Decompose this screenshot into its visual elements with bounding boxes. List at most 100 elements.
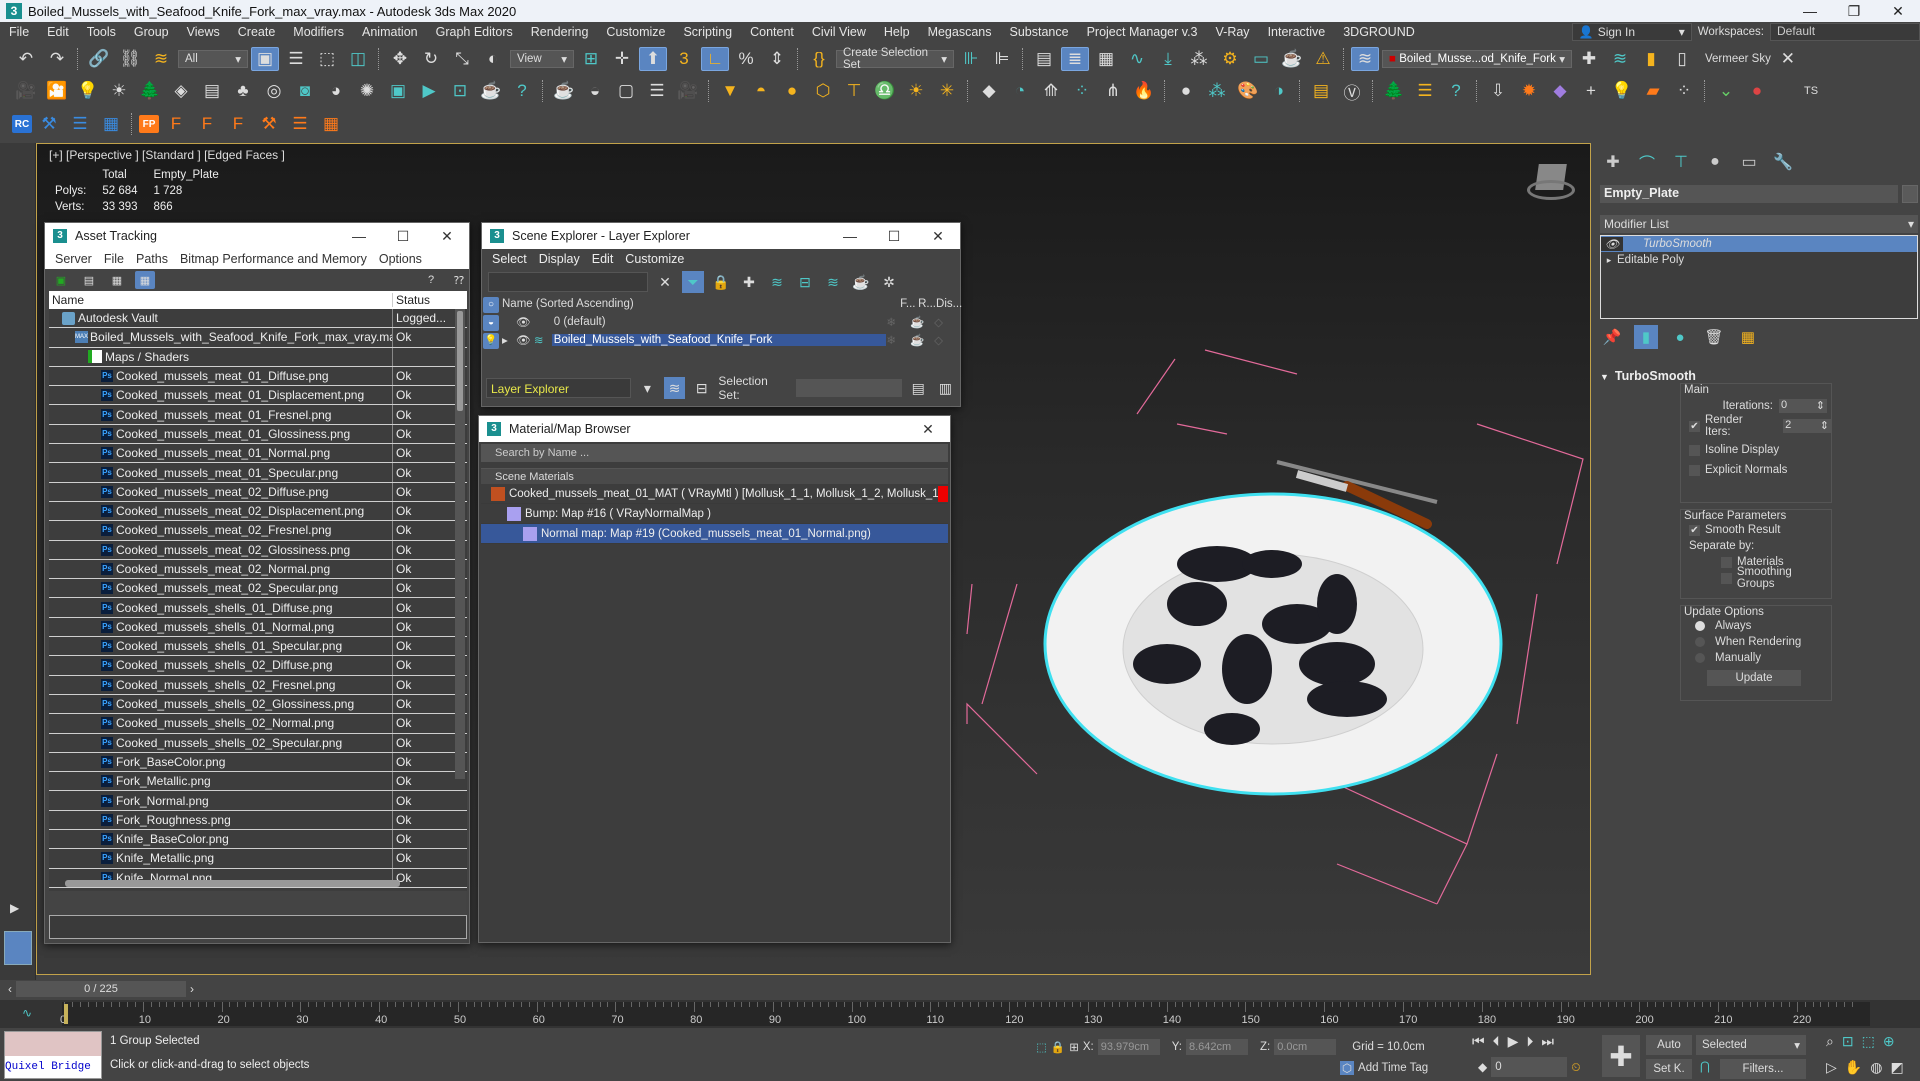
close-environment-icon[interactable]: ✕ bbox=[1774, 47, 1802, 71]
window-crossing-icon[interactable]: ◫ bbox=[344, 47, 372, 71]
select-by-name-icon[interactable]: ☰ bbox=[282, 47, 310, 71]
menu-v-ray[interactable]: V-Ray bbox=[1207, 25, 1259, 39]
help-icon[interactable]: ? bbox=[508, 79, 536, 103]
vray-cam-icon[interactable]: 🎥 bbox=[674, 79, 702, 103]
column-status[interactable]: Status bbox=[393, 293, 430, 307]
when-rendering-radio[interactable] bbox=[1695, 637, 1705, 647]
clear-search-icon[interactable]: ✕ bbox=[654, 271, 676, 293]
green-chevron-icon[interactable]: ⌄ bbox=[1712, 79, 1740, 103]
toggle-layer-explorer-icon[interactable]: ≣ bbox=[1061, 47, 1089, 71]
toggle-ribbon-icon[interactable]: ▦ bbox=[1092, 47, 1120, 71]
scene-layer-dropdown[interactable]: ■ Boiled_Musse...od_Knife_Fork ▾ bbox=[1382, 50, 1572, 68]
workspace-select[interactable]: Default bbox=[1770, 23, 1920, 41]
time-tag-icon[interactable]: ⬡ bbox=[1340, 1061, 1355, 1075]
render-setup-icon[interactable]: ⚙ bbox=[1216, 47, 1244, 71]
rect-selection-region-icon[interactable]: ⬚ bbox=[313, 47, 341, 71]
vray-teapot-icon[interactable]: ☕ bbox=[550, 79, 578, 103]
column-name[interactable]: Name bbox=[49, 293, 393, 307]
menu-group[interactable]: Group bbox=[125, 25, 178, 39]
vray-decal-icon[interactable]: ⟰ bbox=[1037, 79, 1065, 103]
asset-row[interactable]: Ps Cooked_mussels_shells_02_Normal.png Ok bbox=[49, 714, 467, 734]
make-unique-icon[interactable]: ● bbox=[1668, 325, 1692, 349]
expand-arrow-icon[interactable]: ▶ bbox=[10, 901, 19, 915]
current-frame-spinner[interactable]: 0 bbox=[1491, 1057, 1568, 1077]
rendered-frame-window-icon[interactable]: ▭ bbox=[1247, 47, 1275, 71]
modify-tab-icon[interactable]: ⌒ bbox=[1636, 151, 1658, 173]
z-coordinate-field[interactable]: 0.0cm bbox=[1274, 1039, 1337, 1055]
timeline-track[interactable]: 0102030405060708090100110120130140150160… bbox=[60, 1002, 1870, 1026]
help-icon[interactable]: ? bbox=[421, 271, 441, 289]
selection-set-edit-icon[interactable]: ▥ bbox=[935, 377, 956, 399]
go-to-end-icon[interactable]: ⏭ bbox=[1541, 1033, 1554, 1050]
angle-snap-icon[interactable]: ∟ bbox=[701, 47, 729, 71]
zoom-extents-all-icon[interactable]: ⊕ bbox=[1883, 1033, 1895, 1050]
asset-row[interactable]: Ps Cooked_mussels_meat_02_Diffuse.png Ok bbox=[49, 482, 467, 502]
vray-list-icon[interactable]: ☰ bbox=[643, 79, 671, 103]
asset-row[interactable]: Ps Knife_Metallic.png Ok bbox=[49, 849, 467, 869]
vray-ambient-light-icon[interactable]: ♎ bbox=[871, 79, 899, 103]
add-time-tag-button[interactable]: Add Time Tag bbox=[1358, 1062, 1428, 1074]
red-record-icon[interactable]: ● bbox=[1743, 79, 1771, 103]
quixel-bridge-panel[interactable]: Quixel Bridge bbox=[4, 1031, 102, 1079]
menu-project-manager-v-3[interactable]: Project Manager v.3 bbox=[1078, 25, 1207, 39]
previous-frame-icon[interactable]: ⏴ bbox=[1493, 1033, 1500, 1050]
asset-row[interactable]: Autodesk Vault Logged... bbox=[49, 309, 467, 329]
material-search-input[interactable]: Search by Name ... bbox=[481, 444, 948, 462]
play-icon[interactable]: ▶ bbox=[1508, 1033, 1519, 1050]
undo-icon[interactable]: ↶ bbox=[12, 47, 40, 71]
display-none-icon[interactable]: ○ bbox=[483, 297, 499, 313]
viewport-layout-tab[interactable] bbox=[4, 931, 32, 965]
menu-views[interactable]: Views bbox=[178, 25, 229, 39]
menu-megascans[interactable]: Megascans bbox=[919, 25, 1001, 39]
menu-create[interactable]: Create bbox=[229, 25, 285, 39]
sort-by-hierarchy-icon[interactable]: ⊟ bbox=[691, 377, 712, 399]
create-layer-icon[interactable]: ✚ bbox=[1575, 47, 1603, 71]
menu-modifiers[interactable]: Modifiers bbox=[284, 25, 353, 39]
chevron-down-icon[interactable]: ▾ bbox=[637, 377, 658, 399]
map-row[interactable]: Bump: Map #16 ( VRayNormalMap ) bbox=[481, 504, 948, 524]
vray-proxy-icon[interactable]: ◈ bbox=[167, 79, 195, 103]
mirror-icon[interactable]: ⊪ bbox=[957, 47, 985, 71]
spinner-snap-icon[interactable]: ⇕ bbox=[763, 47, 791, 71]
asset-row[interactable]: Ps Cooked_mussels_shells_02_Diffuse.png Ok bbox=[49, 656, 467, 676]
select-manipulate-icon[interactable]: ✛ bbox=[608, 47, 636, 71]
asset-row[interactable]: Ps Cooked_mussels_meat_01_Fresnel.png Ok bbox=[49, 405, 467, 425]
selection-lock-icon[interactable]: 🔒 bbox=[1051, 1040, 1065, 1054]
zoom-extents-icon[interactable]: ⬚ bbox=[1862, 1033, 1875, 1050]
vray-dome-icon[interactable]: ◒ bbox=[581, 79, 609, 103]
y-coordinate-field[interactable]: 8.642cm bbox=[1185, 1039, 1248, 1055]
menu-file[interactable]: File bbox=[0, 25, 38, 39]
down-arrow-icon[interactable]: ⇩ bbox=[1484, 79, 1512, 103]
rc-icon[interactable]: RC bbox=[12, 115, 32, 133]
tree-icon[interactable]: 🌲 bbox=[136, 79, 164, 103]
prev-frame-button[interactable]: ‹ bbox=[8, 982, 12, 996]
asset-row[interactable]: Ps Cooked_mussels_meat_01_Glossiness.png O… bbox=[49, 424, 467, 445]
edit-named-selection-icon[interactable]: {} bbox=[805, 47, 833, 71]
asset-row[interactable]: Ps Cooked_mussels_meat_01_Diffuse.png Ok bbox=[49, 366, 467, 387]
absolute-mode-icon[interactable]: ⊞ bbox=[1069, 1040, 1079, 1054]
scene-materials-group[interactable]: Scene Materials bbox=[481, 468, 948, 484]
render-teapot-icon[interactable]: ☕ bbox=[910, 333, 934, 347]
menu-tools[interactable]: Tools bbox=[78, 25, 125, 39]
sun-light-icon[interactable]: ☀ bbox=[105, 79, 133, 103]
layers-icon[interactable]: ≋ bbox=[822, 271, 844, 293]
render-production-icon[interactable]: ☕ bbox=[1278, 47, 1306, 71]
select-rotate-icon[interactable]: ↻ bbox=[417, 47, 445, 71]
scene-layer-icon[interactable]: ≋ bbox=[1351, 47, 1379, 71]
material-browser-titlebar[interactable]: 3 Material/Map Browser ✕ bbox=[479, 416, 950, 442]
scene-menu-select[interactable]: Select bbox=[486, 252, 533, 266]
x-coordinate-field[interactable]: 93.979cm bbox=[1097, 1039, 1160, 1055]
iterations-spinner[interactable]: 0 ⇕ bbox=[1779, 399, 1827, 413]
selection-set-manage-icon[interactable]: ▤ bbox=[908, 377, 929, 399]
key-filter-dropdown[interactable]: Selected ▾ bbox=[1696, 1035, 1806, 1055]
fp-icon[interactable]: FP bbox=[139, 115, 159, 133]
light-icon[interactable]: ✲ bbox=[878, 271, 900, 293]
teapot-icon[interactable]: ☕ bbox=[477, 79, 505, 103]
asset-row[interactable]: Ps Cooked_mussels_shells_02_Fresnel.png Ok bbox=[49, 675, 467, 695]
maximize-viewport-icon[interactable]: ◩ bbox=[1890, 1059, 1903, 1076]
manually-radio[interactable] bbox=[1695, 653, 1705, 663]
vray-ipr-icon[interactable]: ⊡ bbox=[446, 79, 474, 103]
maximize-button[interactable]: ❐ bbox=[1832, 3, 1876, 20]
asset-menu-server[interactable]: Server bbox=[49, 252, 98, 266]
vray-mesh-light-icon[interactable]: ⬡ bbox=[809, 79, 837, 103]
